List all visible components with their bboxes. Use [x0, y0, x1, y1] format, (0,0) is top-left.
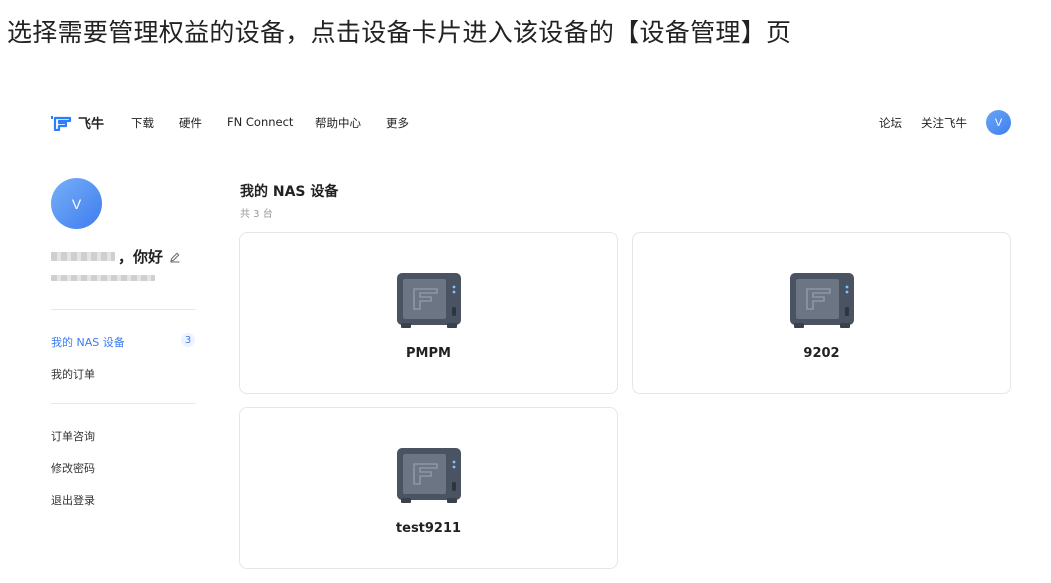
greeting-text: ，你好: [118, 248, 164, 266]
nav-hardware[interactable]: 硬件: [179, 115, 202, 131]
edit-icon[interactable]: [169, 251, 181, 263]
nav-fn-connect[interactable]: FN Connect: [227, 115, 293, 129]
sidebar-item-logout[interactable]: 退出登录: [51, 492, 95, 508]
nas-device-icon: [397, 448, 461, 503]
device-card[interactable]: PMPM: [239, 232, 618, 394]
sidebar-item-change-password[interactable]: 修改密码: [51, 460, 95, 476]
sidebar-item-my-nas[interactable]: 我的 NAS 设备: [51, 334, 125, 350]
brand-name: 飞牛: [78, 117, 105, 132]
sidebar-divider: [51, 403, 196, 404]
device-name: test9211: [395, 521, 462, 536]
nas-device-icon: [790, 273, 854, 328]
device-card[interactable]: 9202: [632, 232, 1011, 394]
page-title: 我的 NAS 设备: [240, 184, 339, 200]
user-avatar[interactable]: V: [986, 110, 1011, 135]
sidebar-item-order-inquiry[interactable]: 订单咨询: [51, 428, 95, 444]
device-name: PMPM: [406, 346, 451, 361]
profile-avatar: V: [51, 178, 102, 229]
redacted-account-id: [51, 275, 155, 281]
device-name: 9202: [803, 346, 840, 361]
nav-download[interactable]: 下载: [131, 115, 154, 131]
account-sidebar: V ，你好 我的 NAS 设备 3 我的订单 订单咨询 修改密码 退出登录: [51, 178, 196, 507]
device-count: 共 3 台: [240, 209, 273, 220]
device-card[interactable]: test9211: [239, 407, 618, 569]
nav-help-center[interactable]: 帮助中心: [315, 115, 361, 131]
top-navigation: 飞牛 下载 硬件 FN Connect 帮助中心 更多 论坛 关注飞牛 V: [0, 108, 1051, 136]
fnos-logo-icon: [51, 115, 72, 131]
instruction-caption: 选择需要管理权益的设备，点击设备卡片进入该设备的【设备管理】页: [7, 18, 792, 47]
sidebar-item-my-orders[interactable]: 我的订单: [51, 366, 95, 382]
nav-more[interactable]: 更多: [386, 115, 409, 131]
nav-forum[interactable]: 论坛: [879, 115, 902, 131]
brand-logo[interactable]: 飞牛: [50, 113, 104, 132]
nas-device-icon: [397, 273, 461, 328]
redacted-username: [51, 252, 115, 261]
nav-follow[interactable]: 关注飞牛: [921, 115, 967, 131]
greeting-row: ，你好: [51, 246, 181, 267]
nas-count-badge: 3: [181, 333, 195, 347]
sidebar-divider: [51, 309, 196, 310]
